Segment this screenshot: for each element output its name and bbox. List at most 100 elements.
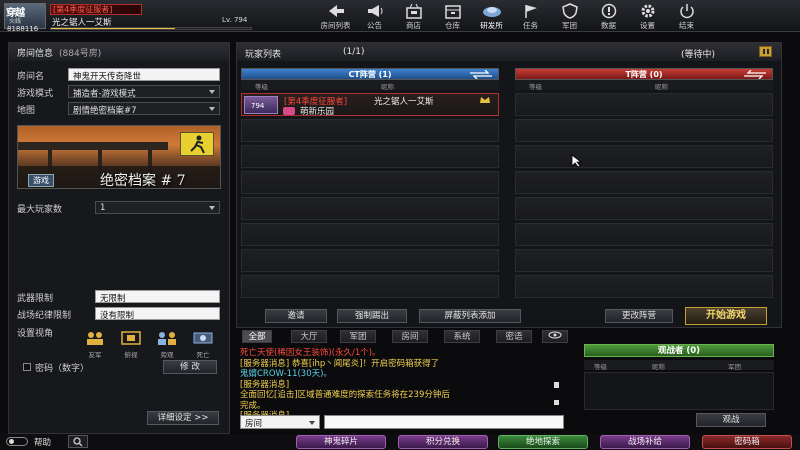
nav-label: 房间列表 <box>320 21 351 30</box>
nav-label: 结束 <box>679 21 694 30</box>
map-title: 绝密档案 # 7 <box>100 173 186 189</box>
nav-settings[interactable]: 设置 <box>628 0 667 32</box>
team-icon <box>87 332 103 345</box>
chat-line: 完成。 <box>240 400 266 411</box>
player-slot-empty[interactable] <box>241 171 499 194</box>
col-grade: 等级 <box>255 83 268 91</box>
chat-messages: 死亡天使(稀因女王装饰)(永久/1个)。 [服务器消息] 恭喜[ihp丶闻尾炎]… <box>240 348 554 421</box>
room-name-field[interactable]: 神鬼开天传奇降世 <box>68 68 220 82</box>
chat-input[interactable] <box>324 415 564 429</box>
chat-tab-room[interactable]: 房间 <box>392 330 428 343</box>
chat-scrollbar-thumb[interactable] <box>554 382 559 388</box>
chat-panel: 全部 大厅 军团 房间 系统 密语 死亡天使(稀因女王装饰)(永久/1个)。 [… <box>236 330 576 430</box>
kick-button[interactable]: 强制踢出 <box>337 309 407 323</box>
game-mode-dropdown[interactable]: 捕造者-游戏模式 <box>68 85 220 99</box>
nav-warehouse[interactable]: 仓库 <box>433 0 472 32</box>
chat-tab-clan[interactable]: 军团 <box>340 330 376 343</box>
player-slot-empty[interactable] <box>241 197 499 220</box>
ct-camp-bar[interactable]: CT阵营 (1) <box>241 68 499 80</box>
player-slot-empty[interactable] <box>515 223 773 246</box>
player-slot-empty[interactable] <box>515 119 773 142</box>
help-label: 帮助 <box>34 438 52 448</box>
nav-room-list[interactable]: 房间列表 <box>316 0 355 32</box>
nav-data[interactable]: 数据 <box>589 0 628 32</box>
detail-settings-button[interactable]: 详细设定 >> <box>147 411 219 425</box>
toggle-panel-icon[interactable] <box>759 46 772 57</box>
nav-clan[interactable]: 军团 <box>550 0 589 32</box>
runner-icon <box>190 135 205 154</box>
exploration-button[interactable]: 绝地探索 <box>498 435 588 449</box>
chat-tab-whisper[interactable]: 密语 <box>496 330 532 343</box>
ghost-fragments-button[interactable]: 神鬼碎片 <box>296 435 386 449</box>
spectator-column-header: 等级 昵称 军团 <box>584 360 774 371</box>
nav-exit[interactable]: 结束 <box>667 0 706 32</box>
chevron-down-icon <box>309 421 315 425</box>
view-option-death[interactable]: 死亡 <box>189 331 217 359</box>
points-exchange-button[interactable]: 积分兑换 <box>398 435 488 449</box>
player-slot-empty[interactable] <box>515 171 773 194</box>
view-setting-label: 设置视角 <box>17 329 54 339</box>
supply-button[interactable]: 战场补给 <box>600 435 690 449</box>
max-players-dropdown[interactable]: 1 <box>95 201 220 214</box>
block-list-button[interactable]: 屏蔽列表添加 <box>419 309 521 323</box>
chat-tab-all[interactable]: 全部 <box>242 330 272 343</box>
map-preview[interactable]: 游戏 绝密档案 # 7 <box>17 125 221 189</box>
player-list-header: 玩家列表 (1/1) (等待中) <box>237 43 781 61</box>
chat-channel-select[interactable]: 房间 <box>240 415 320 429</box>
nav-announcement[interactable]: 公告 <box>355 0 394 32</box>
watch-button[interactable]: 观战 <box>696 413 766 427</box>
chat-tab-system[interactable]: 系统 <box>444 330 480 343</box>
bottom-bar: 帮助 神鬼碎片 积分兑换 绝地探索 战场补给 密码箱 <box>0 434 800 450</box>
toggle-knob <box>9 439 14 444</box>
change-camp-button[interactable]: 更改阵营 <box>605 309 673 323</box>
start-game-button[interactable]: 开始游戏 <box>685 307 767 325</box>
death-view-icon <box>193 332 213 344</box>
invite-button[interactable]: 邀请 <box>265 309 327 323</box>
player-slot-empty[interactable] <box>241 249 499 272</box>
chat-tab-lobby[interactable]: 大厅 <box>291 330 327 343</box>
power-icon <box>679 4 694 19</box>
main-nav: 房间列表 公告 商店 仓库 研发所 任务 军团 数据 设置 结束 <box>316 0 706 32</box>
player-slot-empty[interactable] <box>515 93 773 116</box>
chat-visibility-toggle[interactable] <box>542 330 568 343</box>
player-slot-empty[interactable] <box>241 275 499 298</box>
view-option-team[interactable]: 友军 <box>81 331 109 359</box>
player-slot-empty[interactable] <box>515 145 773 168</box>
player-slot-empty[interactable] <box>241 145 499 168</box>
nav-label: 研发所 <box>480 21 503 30</box>
password-checkbox[interactable] <box>23 363 31 371</box>
search-button[interactable] <box>68 435 88 448</box>
col-name: 昵称 <box>652 363 665 371</box>
discipline-limit-dropdown[interactable]: 没有限制 <box>95 307 220 321</box>
nav-label: 设置 <box>640 21 655 30</box>
ct-camp-label: CT阵营 (1) <box>348 70 392 79</box>
nav-research[interactable]: 研发所 <box>472 0 511 32</box>
nav-label: 公告 <box>367 21 382 30</box>
exp-bar <box>50 27 252 30</box>
room-info-title: 房间信息 <box>17 49 54 59</box>
player-level: Lv. 794 <box>222 16 248 24</box>
help-toggle[interactable] <box>6 437 28 446</box>
top-view-icon <box>121 331 141 345</box>
player-card[interactable]: 穿越 火线 8188116 [第4季度征服者] 光之锯人一艾斯 Lv. 794 <box>4 3 252 33</box>
password-box-button[interactable]: 密码箱 <box>702 435 792 449</box>
view-option-spectate[interactable]: 旁观 <box>153 331 181 359</box>
player-slot-empty[interactable] <box>515 197 773 220</box>
t-camp-bar[interactable]: T阵营 (0) <box>515 68 773 80</box>
map-dropdown[interactable]: 剧情绝密档案#7 <box>68 102 220 116</box>
nav-mission[interactable]: 任务 <box>511 0 550 32</box>
player-slot[interactable]: 794 [第4季度征服者] 光之锯人一艾斯 萌新乐园 <box>241 93 499 117</box>
view-option-top[interactable]: 俯视 <box>117 331 145 359</box>
edit-button[interactable]: 修 改 <box>163 360 217 374</box>
player-slot-empty[interactable] <box>515 249 773 272</box>
ct-camp: CT阵营 (1) 等级 昵称 794 [第4季度征服者] 光之锯人一艾斯 萌新乐… <box>241 68 499 298</box>
chat-scrollbar-end[interactable] <box>554 400 559 405</box>
swap-camp-icon <box>470 70 492 79</box>
nav-shop[interactable]: 商店 <box>394 0 433 32</box>
player-id: 8188116 <box>7 25 39 33</box>
player-slot-empty[interactable] <box>515 275 773 298</box>
weapon-limit-dropdown[interactable]: 无限制 <box>95 290 220 304</box>
eye-icon <box>548 331 562 339</box>
player-slot-empty[interactable] <box>241 223 499 246</box>
player-slot-empty[interactable] <box>241 119 499 142</box>
